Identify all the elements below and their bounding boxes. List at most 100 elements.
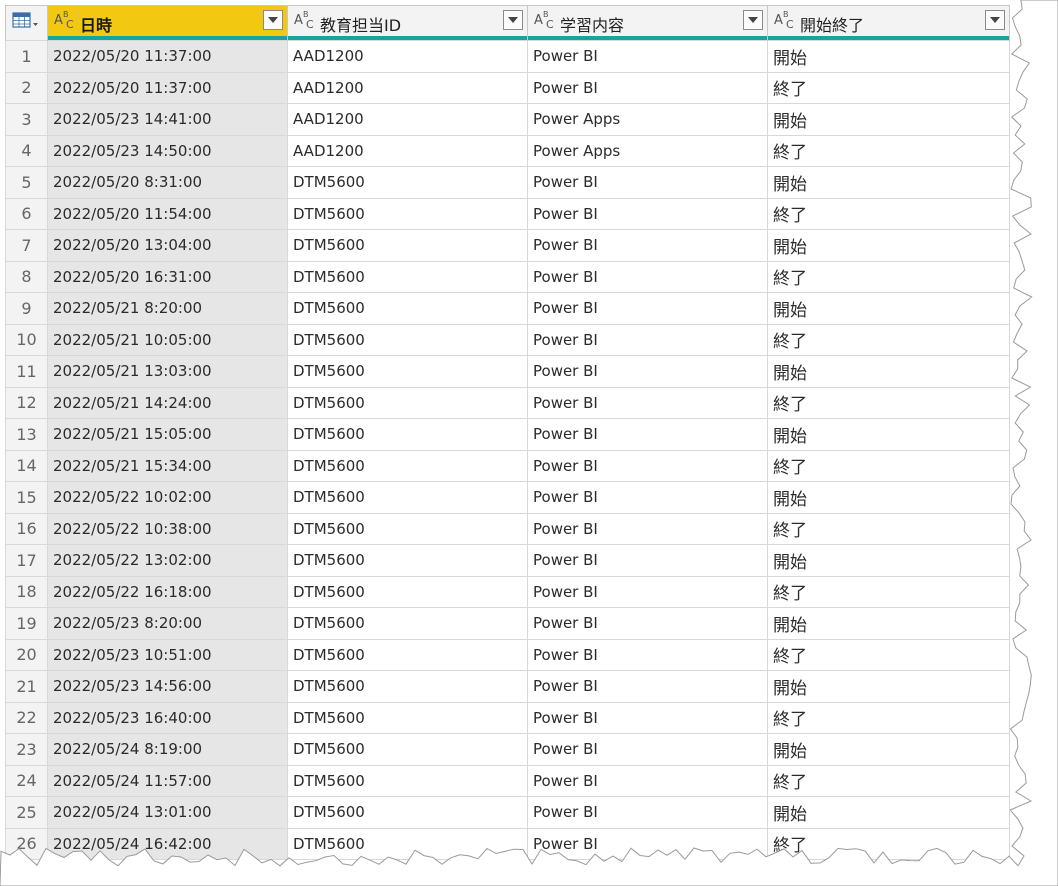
cell-start-end[interactable]: 終了 [767, 260, 1010, 293]
row-number[interactable]: 23 [5, 733, 48, 766]
cell-learning-content[interactable]: Power BI [527, 166, 768, 199]
cell-instructor-id[interactable]: DTM5600 [287, 733, 528, 766]
cell-start-end[interactable]: 開始 [767, 292, 1010, 325]
row-number[interactable]: 14 [5, 449, 48, 482]
cell-start-end[interactable]: 終了 [767, 575, 1010, 608]
filter-dropdown-button[interactable] [263, 10, 283, 30]
cell-learning-content[interactable]: Power BI [527, 40, 768, 73]
cell-datetime[interactable]: 2022/05/22 10:38:00 [47, 512, 288, 545]
table-row[interactable]: 9 2022/05/21 8:20:00 DTM5600 Power BI 開始 [5, 292, 1010, 325]
table-row[interactable]: 19 2022/05/23 8:20:00 DTM5600 Power BI 開始 [5, 607, 1010, 640]
table-row[interactable]: 17 2022/05/22 13:02:00 DTM5600 Power BI 開始 [5, 544, 1010, 577]
row-number[interactable]: 24 [5, 764, 48, 797]
table-row[interactable]: 13 2022/05/21 15:05:00 DTM5600 Power BI 開始 [5, 418, 1010, 451]
cell-start-end[interactable]: 開始 [767, 229, 1010, 262]
cell-instructor-id[interactable]: DTM5600 [287, 512, 528, 545]
cell-instructor-id[interactable]: DTM5600 [287, 260, 528, 293]
row-number[interactable]: 6 [5, 197, 48, 230]
filter-dropdown-button[interactable] [503, 10, 523, 30]
table-row[interactable]: 16 2022/05/22 10:38:00 DTM5600 Power BI 終了 [5, 512, 1010, 545]
cell-datetime[interactable]: 2022/05/20 16:31:00 [47, 260, 288, 293]
cell-datetime[interactable]: 2022/05/21 14:24:00 [47, 386, 288, 419]
cell-datetime[interactable]: 2022/05/21 10:05:00 [47, 323, 288, 356]
row-number[interactable]: 9 [5, 292, 48, 325]
cell-start-end[interactable]: 開始 [767, 796, 1010, 829]
row-number[interactable]: 15 [5, 481, 48, 514]
cell-start-end[interactable]: 終了 [767, 512, 1010, 545]
cell-start-end[interactable]: 終了 [767, 827, 1010, 860]
cell-instructor-id[interactable]: DTM5600 [287, 638, 528, 671]
row-number[interactable]: 19 [5, 607, 48, 640]
cell-instructor-id[interactable]: DTM5600 [287, 607, 528, 640]
cell-learning-content[interactable]: Power BI [527, 323, 768, 356]
table-row[interactable]: 25 2022/05/24 13:01:00 DTM5600 Power BI 開始 [5, 796, 1010, 829]
table-row[interactable]: 1 2022/05/20 11:37:00 AAD1200 Power BI 開始 [5, 40, 1010, 73]
cell-instructor-id[interactable]: DTM5600 [287, 229, 528, 262]
cell-instructor-id[interactable]: AAD1200 [287, 71, 528, 104]
cell-learning-content[interactable]: Power BI [527, 670, 768, 703]
cell-learning-content[interactable]: Power BI [527, 355, 768, 388]
column-header-datetime[interactable]: ABC 日時 [47, 5, 288, 36]
cell-start-end[interactable]: 開始 [767, 607, 1010, 640]
cell-learning-content[interactable]: Power BI [527, 292, 768, 325]
table-row[interactable]: 21 2022/05/23 14:56:00 DTM5600 Power BI 開始 [5, 670, 1010, 703]
table-row[interactable]: 18 2022/05/22 16:18:00 DTM5600 Power BI 終了 [5, 575, 1010, 608]
table-row[interactable]: 7 2022/05/20 13:04:00 DTM5600 Power BI 開始 [5, 229, 1010, 262]
table-row[interactable]: 3 2022/05/23 14:41:00 AAD1200 Power Apps 開始 [5, 103, 1010, 136]
cell-learning-content[interactable]: Power Apps [527, 134, 768, 167]
table-row[interactable]: 14 2022/05/21 15:34:00 DTM5600 Power BI 終了 [5, 449, 1010, 482]
cell-learning-content[interactable]: Power Apps [527, 103, 768, 136]
cell-instructor-id[interactable]: DTM5600 [287, 418, 528, 451]
cell-datetime[interactable]: 2022/05/21 15:05:00 [47, 418, 288, 451]
row-number[interactable]: 17 [5, 544, 48, 577]
cell-datetime[interactable]: 2022/05/23 8:20:00 [47, 607, 288, 640]
cell-start-end[interactable]: 終了 [767, 449, 1010, 482]
row-number[interactable]: 13 [5, 418, 48, 451]
cell-datetime[interactable]: 2022/05/22 13:02:00 [47, 544, 288, 577]
cell-learning-content[interactable]: Power BI [527, 638, 768, 671]
table-row[interactable]: 4 2022/05/23 14:50:00 AAD1200 Power Apps 終了 [5, 134, 1010, 167]
cell-start-end[interactable]: 開始 [767, 544, 1010, 577]
row-number[interactable]: 22 [5, 701, 48, 734]
cell-instructor-id[interactable]: DTM5600 [287, 796, 528, 829]
cell-instructor-id[interactable]: AAD1200 [287, 40, 528, 73]
cell-learning-content[interactable]: Power BI [527, 701, 768, 734]
cell-learning-content[interactable]: Power BI [527, 418, 768, 451]
cell-datetime[interactable]: 2022/05/20 11:54:00 [47, 197, 288, 230]
cell-learning-content[interactable]: Power BI [527, 827, 768, 860]
cell-learning-content[interactable]: Power BI [527, 575, 768, 608]
table-row[interactable]: 20 2022/05/23 10:51:00 DTM5600 Power BI 終了 [5, 638, 1010, 671]
cell-instructor-id[interactable]: DTM5600 [287, 386, 528, 419]
table-row[interactable]: 26 2022/05/24 16:42:00 DTM5600 Power BI 終了 [5, 827, 1010, 860]
row-number[interactable]: 16 [5, 512, 48, 545]
cell-learning-content[interactable]: Power BI [527, 449, 768, 482]
cell-instructor-id[interactable]: DTM5600 [287, 166, 528, 199]
cell-learning-content[interactable]: Power BI [527, 481, 768, 514]
row-number[interactable]: 1 [5, 40, 48, 73]
row-number[interactable]: 10 [5, 323, 48, 356]
cell-instructor-id[interactable]: DTM5600 [287, 701, 528, 734]
cell-datetime[interactable]: 2022/05/20 11:37:00 [47, 71, 288, 104]
cell-start-end[interactable]: 終了 [767, 134, 1010, 167]
column-header-learning-content[interactable]: ABC 学習内容 [527, 5, 768, 36]
cell-start-end[interactable]: 終了 [767, 197, 1010, 230]
table-row[interactable]: 15 2022/05/22 10:02:00 DTM5600 Power BI 開始 [5, 481, 1010, 514]
cell-learning-content[interactable]: Power BI [527, 197, 768, 230]
cell-instructor-id[interactable]: DTM5600 [287, 355, 528, 388]
cell-start-end[interactable]: 終了 [767, 701, 1010, 734]
table-row[interactable]: 12 2022/05/21 14:24:00 DTM5600 Power BI 終了 [5, 386, 1010, 419]
row-number[interactable]: 2 [5, 71, 48, 104]
row-number[interactable]: 12 [5, 386, 48, 419]
table-row[interactable]: 23 2022/05/24 8:19:00 DTM5600 Power BI 開始 [5, 733, 1010, 766]
cell-instructor-id[interactable]: AAD1200 [287, 134, 528, 167]
cell-start-end[interactable]: 終了 [767, 71, 1010, 104]
cell-instructor-id[interactable]: DTM5600 [287, 764, 528, 797]
cell-learning-content[interactable]: Power BI [527, 607, 768, 640]
cell-datetime[interactable]: 2022/05/20 13:04:00 [47, 229, 288, 262]
cell-instructor-id[interactable]: DTM5600 [287, 323, 528, 356]
cell-start-end[interactable]: 終了 [767, 386, 1010, 419]
cell-datetime[interactable]: 2022/05/20 8:31:00 [47, 166, 288, 199]
cell-datetime[interactable]: 2022/05/23 14:56:00 [47, 670, 288, 703]
cell-start-end[interactable]: 開始 [767, 166, 1010, 199]
cell-start-end[interactable]: 終了 [767, 638, 1010, 671]
